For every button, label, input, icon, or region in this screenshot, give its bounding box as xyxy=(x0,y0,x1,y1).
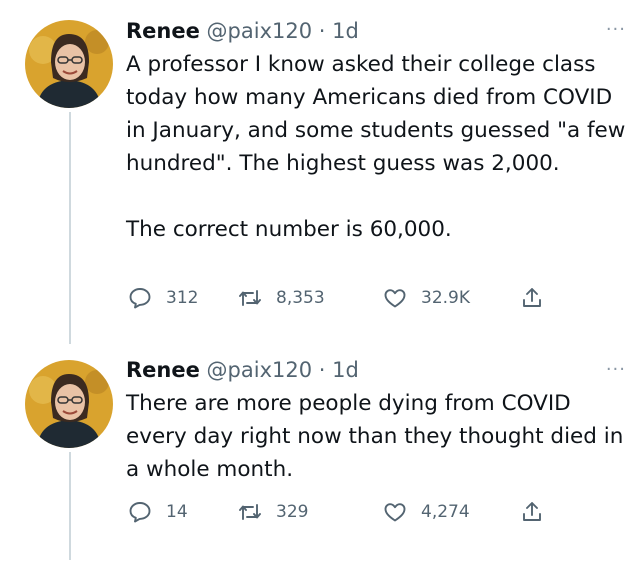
author-handle[interactable]: @paix120 xyxy=(207,19,313,43)
reply-button[interactable]: 14 xyxy=(128,497,188,527)
reply-count: 312 xyxy=(166,288,199,308)
reply-count: 14 xyxy=(166,502,188,522)
like-icon xyxy=(384,289,406,308)
tweet-text: A professor I know asked their college c… xyxy=(126,52,626,242)
author-name[interactable]: Renee xyxy=(126,358,200,382)
retweet-count: 329 xyxy=(276,502,309,522)
share-button[interactable] xyxy=(520,497,544,527)
timestamp[interactable]: 1d xyxy=(332,358,359,382)
tweet-actions: 14 329 4,274 xyxy=(126,497,556,527)
like-count: 4,274 xyxy=(421,502,470,522)
reply-icon xyxy=(129,288,151,309)
retweet-icon xyxy=(239,504,261,520)
retweet-count: 8,353 xyxy=(276,288,325,308)
separator: · xyxy=(312,19,333,43)
share-button[interactable] xyxy=(520,283,544,313)
more-icon[interactable]: ··· xyxy=(606,360,626,380)
author-name[interactable]: Renee xyxy=(126,19,200,43)
avatar[interactable] xyxy=(25,360,113,448)
person-avatar-icon xyxy=(25,20,113,108)
retweet-icon xyxy=(239,290,261,306)
person-avatar-icon xyxy=(25,360,113,448)
reply-button[interactable]: 312 xyxy=(128,283,198,313)
avatar[interactable] xyxy=(25,20,113,108)
retweet-button[interactable]: 8,353 xyxy=(238,283,325,313)
more-icon[interactable]: ··· xyxy=(606,20,626,40)
retweet-button[interactable]: 329 xyxy=(238,497,308,527)
reply-icon xyxy=(129,502,151,523)
timestamp[interactable]: 1d xyxy=(332,19,359,43)
author-handle[interactable]: @paix120 xyxy=(207,358,313,382)
like-icon xyxy=(384,503,406,522)
share-icon xyxy=(523,502,541,521)
share-icon xyxy=(523,288,541,307)
separator: · xyxy=(312,358,333,382)
tweet-header: Renee @paix120 · 1d xyxy=(126,16,626,46)
tweet-text: There are more people dying from COVID e… xyxy=(126,391,631,482)
tweet-actions: 312 8,353 32.9K xyxy=(126,283,556,313)
tweet[interactable]: Renee @paix120 · 1d There are more peopl… xyxy=(0,340,640,564)
like-count: 32.9K xyxy=(421,288,470,308)
like-button[interactable]: 32.9K xyxy=(383,283,470,313)
tweet[interactable]: Renee @paix120 · 1d A professor I know a… xyxy=(0,0,640,340)
tweet-header: Renee @paix120 · 1d xyxy=(126,355,626,385)
like-button[interactable]: 4,274 xyxy=(383,497,470,527)
